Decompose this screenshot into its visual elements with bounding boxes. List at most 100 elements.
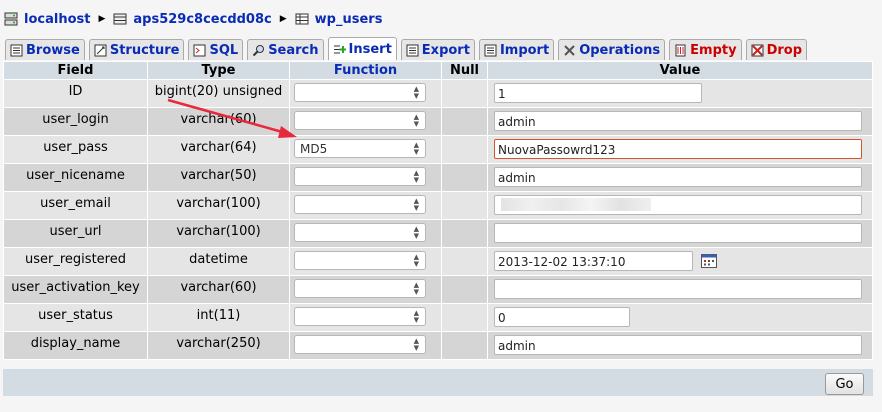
operations-icon <box>564 44 575 56</box>
function-select[interactable]: ▲ ▼ <box>294 307 426 326</box>
calendar-icon[interactable] <box>701 254 717 268</box>
null-cell <box>442 220 487 247</box>
tab-drop[interactable]: Drop <box>745 39 808 60</box>
function-select[interactable]: ▲ ▼ <box>294 223 426 242</box>
value-input[interactable] <box>494 223 862 243</box>
export-icon <box>406 44 419 56</box>
tab-structure[interactable]: Structure <box>88 39 185 60</box>
value-input[interactable]: 2013-12-02 13:37:10 <box>494 251 693 271</box>
tab-empty[interactable]: Empty <box>669 39 742 60</box>
function-select[interactable]: ▲ ▼ <box>294 279 426 298</box>
field-name: user_registered <box>4 248 147 275</box>
tab-label: Structure <box>109 42 180 58</box>
table-row: user_nicename varchar(50) ▲ ▼ admin <box>4 164 872 191</box>
field-name: user_url <box>4 220 147 247</box>
null-cell <box>442 304 487 331</box>
breadcrumb-separator-icon: ▶ <box>98 14 106 24</box>
value-input[interactable]: 0 <box>494 307 630 327</box>
form-footer: Go <box>3 369 873 396</box>
tab-label: Search <box>268 42 319 58</box>
select-arrows-icon: ▲ ▼ <box>413 197 419 212</box>
breadcrumb-separator-icon: ▶ <box>279 14 287 24</box>
select-arrows-icon: ▲ ▼ <box>413 337 419 352</box>
null-cell <box>442 164 487 191</box>
function-select[interactable]: ▲ ▼ <box>294 335 426 354</box>
field-name: ID <box>4 80 147 107</box>
tab-label: Insert <box>348 41 392 57</box>
tab-label: Browse <box>26 42 80 58</box>
function-select[interactable]: ▲ ▼ <box>294 111 426 130</box>
field-name: user_activation_key <box>4 276 147 303</box>
table-row: user_pass varchar(64) MD5 ▲ ▼ NuovaPassowr… <box>4 136 872 163</box>
header-field: Field <box>4 62 147 79</box>
breadcrumb-database[interactable]: aps529c8cecdd08c <box>133 12 271 27</box>
header-type: Type <box>148 62 289 79</box>
function-select[interactable]: MD5 ▲ ▼ <box>294 139 426 158</box>
value-input[interactable]: admin <box>494 111 862 131</box>
select-arrows-icon: ▲ ▼ <box>413 309 419 324</box>
field-type: varchar(250) <box>148 332 289 359</box>
tab-label: Export <box>421 42 470 58</box>
breadcrumb-server[interactable]: localhost <box>24 12 90 27</box>
breadcrumb-table[interactable]: wp_users <box>315 12 383 27</box>
table-header-row: Field Type Function Null Value <box>4 62 872 79</box>
tab-bar: Browse Structure SQL Search Insert Expor… <box>5 37 808 60</box>
table-row: user_login varchar(60) ▲ ▼ admin <box>4 108 872 135</box>
field-type: int(11) <box>148 304 289 331</box>
select-arrows-icon: ▲ ▼ <box>413 225 419 240</box>
field-type: varchar(64) <box>148 136 289 163</box>
redacted-blur <box>501 198 651 211</box>
go-button[interactable]: Go <box>825 373 864 395</box>
drop-icon <box>751 44 764 56</box>
tab-import[interactable]: Import <box>478 39 555 60</box>
table-row: user_activation_key varchar(60) ▲ ▼ <box>4 276 872 303</box>
field-type: datetime <box>148 248 289 275</box>
value-input[interactable]: admin <box>494 335 862 355</box>
select-arrows-icon: ▲ ▼ <box>413 113 419 128</box>
null-cell <box>442 108 487 135</box>
header-value: Value <box>488 62 872 79</box>
select-arrows-icon: ▲ ▼ <box>413 253 419 268</box>
null-cell <box>442 80 487 107</box>
value-input[interactable]: 1 <box>494 83 702 103</box>
table-icon <box>295 13 309 25</box>
field-name: user_status <box>4 304 147 331</box>
select-arrows-icon: ▲ ▼ <box>413 169 419 184</box>
table-row: user_url varchar(100) ▲ ▼ <box>4 220 872 247</box>
tab-sql[interactable]: SQL <box>188 39 244 60</box>
null-cell <box>442 248 487 275</box>
insert-icon <box>333 45 346 53</box>
field-type: varchar(60) <box>148 108 289 135</box>
tab-export[interactable]: Export <box>400 39 475 60</box>
field-type: varchar(60) <box>148 276 289 303</box>
tab-browse[interactable]: Browse <box>5 39 85 60</box>
header-function[interactable]: Function <box>290 62 441 79</box>
import-icon <box>484 44 497 56</box>
value-input[interactable]: NuovaPassowrd123 <box>494 139 862 159</box>
table-row: display_name varchar(250) ▲ ▼ admin <box>4 332 872 359</box>
breadcrumb: localhost ▶ aps529c8cecdd08c ▶ wp_users <box>4 9 382 29</box>
field-name: user_pass <box>4 136 147 163</box>
tab-insert[interactable]: Insert <box>327 37 397 60</box>
value-input[interactable]: admin <box>494 167 862 187</box>
function-select[interactable]: ▲ ▼ <box>294 251 426 270</box>
database-icon <box>113 13 127 25</box>
field-type: varchar(50) <box>148 164 289 191</box>
tab-label: SQL <box>209 42 239 58</box>
field-type: varchar(100) <box>148 220 289 247</box>
function-select[interactable]: ▲ ▼ <box>294 83 426 102</box>
tab-search[interactable]: Search <box>247 39 324 60</box>
select-arrows-icon: ▲ ▼ <box>413 85 419 100</box>
tab-operations[interactable]: Operations <box>558 39 666 60</box>
null-cell <box>442 276 487 303</box>
insert-table: Field Type Function Null Value ID bigint… <box>3 61 873 360</box>
field-type: bigint(20) unsigned <box>148 80 289 107</box>
function-select[interactable]: ▲ ▼ <box>294 167 426 186</box>
value-input-redacted[interactable] <box>494 195 862 215</box>
field-name: user_email <box>4 192 147 219</box>
field-type: varchar(100) <box>148 192 289 219</box>
header-null: Null <box>442 62 487 79</box>
select-arrows-icon: ▲ ▼ <box>413 281 419 296</box>
function-select[interactable]: ▲ ▼ <box>294 195 426 214</box>
value-input[interactable] <box>494 279 862 299</box>
